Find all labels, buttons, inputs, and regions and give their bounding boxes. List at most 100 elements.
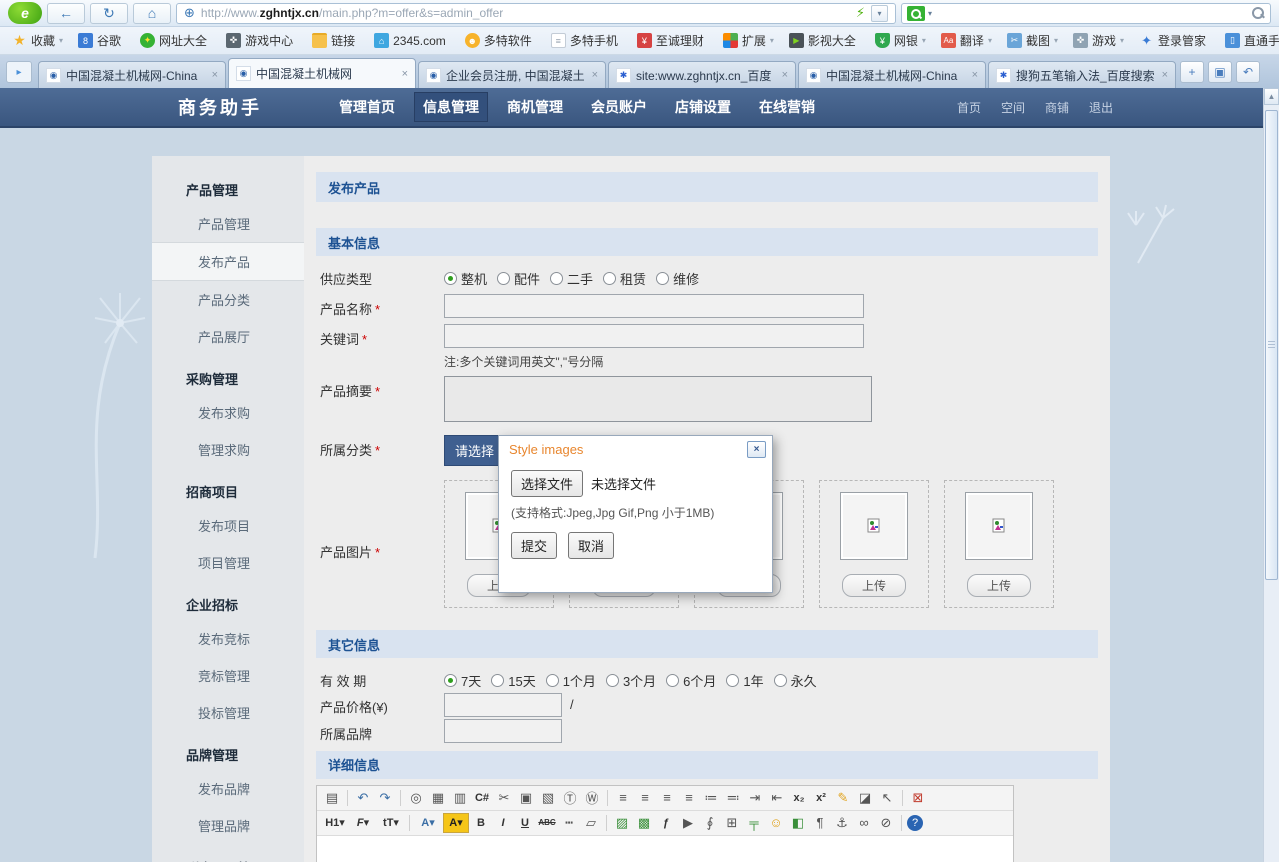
clean-format-icon[interactable]: ✎ [833,788,853,808]
tab-close-icon[interactable]: × [402,68,408,80]
toolbar-online-banking[interactable]: ¥网银▾ [875,32,926,49]
insert-image-icon[interactable]: ▨ [612,813,632,833]
bookmark-google[interactable]: 8谷歌 [78,32,125,49]
flash-icon[interactable]: ƒ [656,813,676,833]
highlight-color-icon[interactable]: A▾ [443,813,469,833]
sidebar-item[interactable]: 竞标管理 [152,657,304,694]
font-select[interactable]: F▾ [350,813,376,833]
tab-close-icon[interactable]: × [972,69,978,81]
toolbar-extensions[interactable]: 扩展▾ [723,32,774,49]
italic-icon[interactable]: I [493,813,513,833]
bookmark-favorites[interactable]: ★收藏▾ [12,32,63,49]
toolbar-translate[interactable]: Aa翻译▾ [941,32,992,49]
heading-select[interactable]: H1▾ [322,813,348,833]
tab-zghntjx-active[interactable]: ◉中国混凝土机械网× [228,58,416,88]
sidebar-item[interactable]: 项目管理 [152,544,304,581]
choose-file-button[interactable]: 选择文件 [511,470,583,497]
select-cursor-icon[interactable]: ↖ [877,788,897,808]
fullscreen-icon[interactable]: ⊠ [908,788,928,808]
tab-close-icon[interactable]: × [1162,69,1168,81]
page-break-icon[interactable]: ¶ [810,813,830,833]
horizontal-rule-icon[interactable]: ╤ [744,813,764,833]
browser-logo-icon[interactable]: e [8,2,42,24]
sidebar-item[interactable]: 发布竞标 [152,620,304,657]
undo-icon[interactable]: ↶ [353,788,373,808]
bold-icon[interactable]: B [471,813,491,833]
cut-icon[interactable]: ✂ [494,788,514,808]
bookmark-links-folder[interactable]: 链接 [312,32,359,49]
dashed-border-icon[interactable]: ┅ [559,813,579,833]
superscript-icon[interactable]: x² [811,788,831,808]
tab-close-icon[interactable]: × [782,69,788,81]
nav-user-link[interactable]: 商铺 [1045,99,1069,116]
address-bar[interactable]: ⊕ http://www.zghntjx.cn/main.php?m=offer… [176,3,896,24]
supply-type-radio[interactable]: 二手 [550,264,593,288]
upload-button[interactable]: 上传 [842,574,906,597]
bookmark-game-center[interactable]: ✜游戏中心 [226,32,297,49]
template-icon[interactable]: ▥ [450,788,470,808]
print-icon[interactable]: ▦ [428,788,448,808]
validity-radio[interactable]: 15天 [491,666,535,690]
tab-zghntjx-china-1[interactable]: ◉中国混凝土机械网-China× [38,61,226,88]
insert-images-icon[interactable]: ▩ [634,813,654,833]
new-tab-button[interactable]: + [1180,61,1204,83]
paste-text-icon[interactable]: Ⓣ [560,788,580,808]
video-icon[interactable]: ▶ [678,813,698,833]
outdent-icon[interactable]: ⇤ [767,788,787,808]
tab-list-button[interactable]: ▣ [1208,61,1232,83]
validity-radio[interactable]: 7天 [444,666,481,690]
toolbar-login-guard[interactable]: ✦登录管家 [1139,32,1210,49]
tab-baidu-site-search[interactable]: ✱site:www.zghntjx.cn_百度× [608,61,796,88]
emoticon-icon[interactable]: ☺ [766,813,786,833]
nav-menu-item[interactable]: 在线营销 [750,92,824,122]
anchor-icon[interactable]: ⚓ [832,813,852,833]
sidebar-item[interactable]: 管理品牌 [152,807,304,844]
sidebar-item[interactable]: 发布项目 [152,507,304,544]
bookmark-duote-mobile[interactable]: ≡多特手机 [551,32,622,49]
refresh-button[interactable]: ↻ [90,3,128,24]
brand-input[interactable] [444,719,562,743]
justify-icon[interactable]: ≡ [679,788,699,808]
nav-menu-item[interactable]: 会员账户 [582,92,656,122]
align-left-icon[interactable]: ≡ [613,788,633,808]
supply-type-radio[interactable]: 维修 [656,264,699,288]
sidebar-item[interactable]: 产品分类 [152,281,304,318]
nav-menu-item[interactable]: 商机管理 [498,92,572,122]
ordered-list-icon[interactable]: ≔ [701,788,721,808]
supply-type-radio[interactable]: 整机 [444,264,487,288]
scrollbar-up-arrow[interactable]: ▲ [1264,88,1279,105]
toolbar-direct-phone[interactable]: ▯直通手机 [1225,32,1279,49]
bullet-list-icon[interactable]: ≕ [723,788,743,808]
paste-icon[interactable]: ▧ [538,788,558,808]
paste-word-icon[interactable]: Ⓦ [582,788,602,808]
size-select[interactable]: tT▾ [378,813,404,833]
underline-icon[interactable]: U [515,813,535,833]
redo-icon[interactable]: ↷ [375,788,395,808]
strikethrough-icon[interactable]: ABC [537,813,557,833]
validity-radio[interactable]: 1个月 [546,666,596,690]
category-choose-button[interactable]: 请选择 [444,435,505,466]
validity-radio[interactable]: 6个月 [666,666,716,690]
page-scrollbar[interactable]: ▲ [1263,88,1279,862]
editor-content-area[interactable] [317,836,1013,862]
nav-user-link[interactable]: 退出 [1089,99,1113,116]
search-engine-caret-icon[interactable]: ▾ [928,9,932,18]
unlink-icon[interactable]: ⊘ [876,813,896,833]
eraser-icon[interactable]: ▱ [581,813,601,833]
sidebar-item[interactable]: 发布品牌 [152,770,304,807]
sidebar-item[interactable]: 产品管理 [152,205,304,242]
search-engine-icon[interactable] [907,6,925,21]
nav-menu-item[interactable]: 信息管理 [414,92,488,122]
nav-user-link[interactable]: 空间 [1001,99,1025,116]
attachment-icon[interactable]: ∮ [700,813,720,833]
toolbar-movies[interactable]: ▶影视大全 [789,32,860,49]
gallery-icon[interactable]: ◧ [788,813,808,833]
keywords-input[interactable] [444,324,864,348]
sidebar-item[interactable]: 投标管理 [152,694,304,731]
indent-icon[interactable]: ⇥ [745,788,765,808]
price-input[interactable] [444,693,562,717]
reopen-closed-tab-button[interactable]: ↶ [1236,61,1260,83]
nav-menu-item[interactable]: 管理首页 [330,92,404,122]
copy-icon[interactable]: ▣ [516,788,536,808]
summary-textarea[interactable] [444,376,872,422]
